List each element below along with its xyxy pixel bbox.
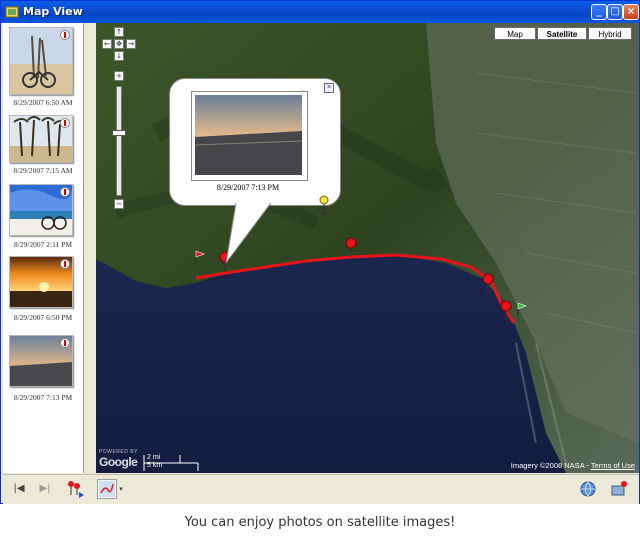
zoom-out-button[interactable]: −: [114, 199, 124, 209]
satellite-map[interactable]: Map Satellite Hybrid ↑ ← ✥ → ↓ + − 8/29/…: [96, 23, 639, 473]
photo-thumbnail-4[interactable]: [9, 256, 73, 308]
terms-of-use-link[interactable]: Terms of Use: [591, 461, 635, 470]
popup-pointer: [225, 202, 272, 264]
first-photo-button[interactable]: |◀: [9, 479, 29, 499]
globe-icon[interactable]: [578, 479, 598, 499]
zoom-slider-track[interactable]: [116, 86, 122, 196]
map-type-map-button[interactable]: Map: [494, 27, 536, 40]
photo-timestamp-1: 8/29/2007 6:50 AM: [13, 98, 73, 107]
pan-left-button[interactable]: ←: [102, 39, 112, 49]
scale-km: 5 km: [147, 462, 163, 469]
zoom-slider-handle[interactable]: [112, 130, 126, 136]
export-map-icon[interactable]: [609, 479, 629, 499]
photo-popup: 8/29/2007 7:13 PM ×: [169, 78, 341, 216]
photo-timestamp-2: 8/29/2007 7:15 AM: [13, 166, 73, 175]
screenshot-caption: You can enjoy photos on satellite images…: [184, 515, 456, 530]
photo-thumbnail-5[interactable]: [9, 335, 73, 387]
maximize-button[interactable]: □: [607, 4, 623, 20]
photo-timestamp-3: 8/29/2007 2:11 PM: [13, 240, 73, 249]
google-branding: POWERED BY Google: [99, 449, 138, 469]
popup-photo[interactable]: [191, 91, 308, 181]
close-button[interactable]: ×: [623, 4, 639, 20]
map-type-satellite-button[interactable]: Satellite: [537, 27, 587, 40]
minimize-button[interactable]: _: [591, 4, 607, 20]
map-scale: 2 mi 5 km: [142, 454, 199, 471]
show-pins-button[interactable]: [65, 479, 85, 499]
track-options-dropdown[interactable]: ▾: [117, 479, 125, 499]
app-icon: [5, 6, 19, 18]
compass-icon: [60, 187, 70, 197]
photo-timestamp-5: 8/29/2007 7:13 PM: [13, 393, 73, 402]
pan-center-button[interactable]: ✥: [114, 39, 124, 49]
photo-list[interactable]: 8/29/2007 6:50 AM 8/29/2007 7:15 AM 8/29…: [3, 23, 84, 473]
pin-play-icon: [68, 481, 84, 498]
photo-thumbnail-2[interactable]: [9, 115, 73, 163]
popup-timestamp: 8/29/2007 7:13 PM: [216, 183, 280, 192]
dusk-beach-photo-large: [195, 95, 302, 175]
zoom-in-button[interactable]: +: [114, 71, 124, 81]
map-view-window: Map View _ □ × 8/29/2007 6:50 AM 8/29/20…: [0, 0, 640, 504]
track-icon: [99, 481, 115, 497]
pan-down-button[interactable]: ↓: [114, 51, 124, 61]
map-type-hybrid-button[interactable]: Hybrid: [588, 27, 632, 40]
window-title: Map View: [23, 5, 83, 18]
photo-thumbnail-3[interactable]: [9, 184, 73, 236]
photo-thumbnail-1[interactable]: [9, 27, 73, 95]
title-bar[interactable]: Map View _ □ ×: [1, 1, 639, 23]
map-attribution: Imagery ©2008 NASA - Terms of Use: [511, 461, 635, 470]
compass-icon: [60, 118, 70, 128]
imagery-credit: Imagery ©2008 NASA -: [510, 461, 589, 470]
compass-icon: [60, 259, 70, 269]
compass-icon: [60, 30, 70, 40]
compass-icon: [60, 338, 70, 348]
photo-timestamp-4: 8/29/2007 6:50 PM: [13, 313, 73, 322]
last-photo-button[interactable]: ▶|: [35, 479, 55, 499]
pan-marker-icon[interactable]: [316, 195, 332, 217]
pan-up-button[interactable]: ↑: [114, 27, 124, 37]
bottom-toolbar: |◀ ▶| ▾: [3, 474, 639, 504]
show-track-button[interactable]: [97, 479, 117, 499]
pan-right-button[interactable]: →: [126, 39, 136, 49]
scale-miles: 2 mi: [147, 454, 161, 461]
popup-close-icon[interactable]: ×: [324, 83, 334, 93]
google-logo: Google: [99, 455, 138, 469]
